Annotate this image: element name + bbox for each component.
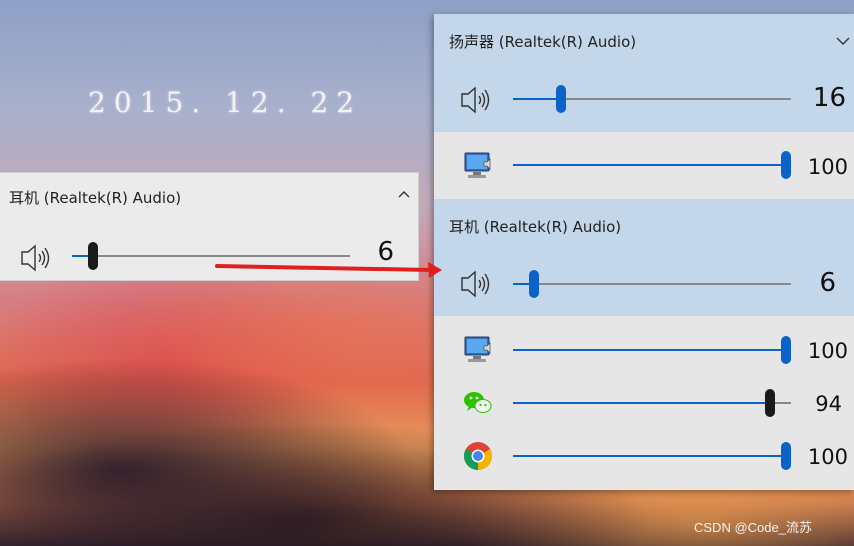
annotation-arrow xyxy=(215,262,442,278)
watermark: CSDN @Code_流苏 xyxy=(694,520,812,535)
